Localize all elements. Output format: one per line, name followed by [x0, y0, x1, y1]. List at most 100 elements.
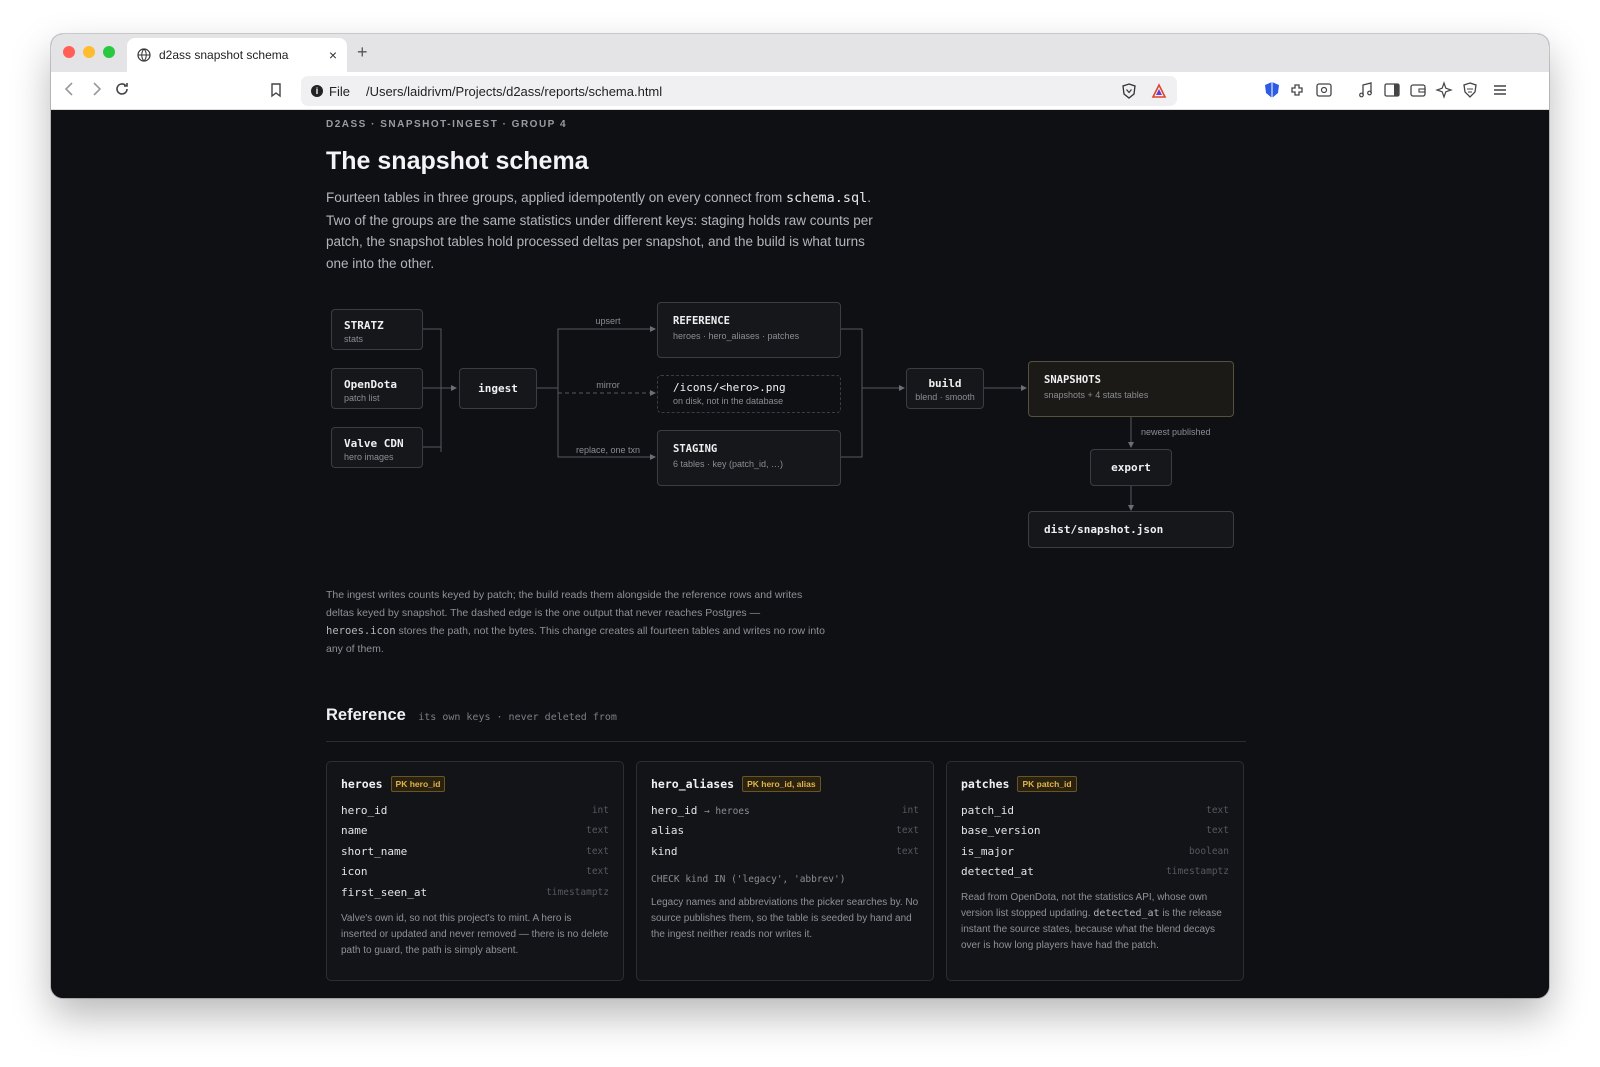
media-icon[interactable] [1357, 81, 1375, 99]
column-type: text [586, 866, 609, 878]
column-name: alias [651, 824, 685, 838]
edge-merge [840, 328, 863, 458]
column-name: kind [651, 844, 678, 858]
column-type: text [1206, 825, 1229, 837]
section-title: Reference [326, 706, 406, 724]
lede-code: schema.sql [786, 190, 868, 206]
menu-icon[interactable] [1491, 81, 1509, 99]
table-card-patches: patches PK patch_id patch_id text base_ve… [946, 761, 1244, 981]
back-icon[interactable] [63, 80, 77, 98]
column-row: first_seen_at timestamptz [341, 882, 609, 903]
column-type: text [1206, 804, 1229, 816]
minimize-window-button[interactable] [83, 46, 95, 58]
lede-part-1: Fourteen tables in three groups, applied… [326, 190, 787, 205]
screenshot-icon[interactable] [1315, 81, 1333, 99]
node-title: REFERENCE [673, 315, 730, 327]
privacy-shield-icon[interactable] [1461, 81, 1479, 99]
table-note: Read from OpenDota, not the statistics A… [961, 890, 1229, 954]
column-type: int [901, 804, 919, 816]
tab-bar: d2ass snapshot schema × + [51, 34, 1549, 72]
protocol-label: File [329, 83, 350, 99]
column-name: base_version [961, 824, 1041, 838]
column-name: detected_at [961, 865, 1034, 879]
column-row: base_version text [961, 821, 1229, 842]
note-code: detected_at [1093, 908, 1160, 919]
node-build: build blend · smooth [906, 368, 984, 409]
column-type: timestamptz [1166, 866, 1229, 878]
url-text[interactable]: /Users/laidrivm/Projects/d2ass/reports/s… [366, 84, 1121, 99]
browser-toolbar: i File /Users/laidrivm/Projects/d2ass/re… [51, 72, 1549, 110]
edge-label-replace: replace, one txn [576, 445, 640, 455]
column-row: icon text [341, 862, 609, 883]
browser-window: d2ass snapshot schema × + i File /Users/… [51, 34, 1549, 998]
bookmark-icon[interactable] [267, 81, 285, 99]
globe-icon [137, 48, 151, 62]
table-note: Valve's own id, so not this project's to… [341, 912, 609, 956]
sidebar-icon[interactable] [1383, 81, 1401, 99]
vpn-shield-icon[interactable] [1263, 81, 1281, 99]
node-title: OpenDota [344, 378, 397, 391]
wallet-icon[interactable] [1409, 81, 1427, 99]
table-name: hero_aliases [651, 777, 735, 791]
brave-shield-icon[interactable] [1121, 83, 1137, 99]
leo-ai-icon[interactable] [1435, 81, 1453, 99]
diagram-caption: The ingest writes counts keyed by patch;… [326, 586, 826, 658]
column-row: name text [341, 821, 609, 842]
close-window-button[interactable] [63, 46, 75, 58]
tab-close-icon[interactable]: × [329, 47, 337, 63]
node-title: STAGING [673, 443, 718, 455]
column-row: hero_id → heroes int [651, 800, 919, 821]
node-subtitle: snapshots + 4 stats tables [1044, 390, 1149, 400]
check-constraint: CHECK kind IN ('legacy', 'abbrev') [651, 873, 846, 885]
node-reference: REFERENCE heroes · hero_aliases · patche… [657, 302, 841, 358]
column-name: first_seen_at [341, 885, 428, 899]
caption-code: heroes.icon [326, 625, 396, 637]
column-type: text [586, 825, 609, 837]
table-card-hero-aliases: hero_aliases PK hero_id, alias hero_id →… [636, 761, 934, 981]
column-row: short_name text [341, 841, 609, 862]
table-card-heroes: heroes PK hero_id hero_id int name text sh… [326, 761, 624, 981]
node-subtitle: 6 tables · key (patch_id, …) [673, 459, 784, 469]
caption-part-1: The ingest writes counts keyed by patch;… [326, 589, 803, 619]
node-title: Valve CDN [344, 437, 404, 450]
brave-rewards-icon[interactable] [1151, 83, 1167, 99]
node-title: STRATZ [344, 319, 384, 332]
node-snapshots: SNAPSHOTS snapshots + 4 stats tables [1028, 361, 1234, 417]
table-name: heroes [341, 777, 383, 791]
column-type: text [896, 825, 919, 837]
node-subtitle: patch list [344, 393, 380, 403]
pk-badge: PK hero_id, alias [742, 776, 821, 792]
edge-valve [422, 384, 442, 448]
node-valve-cdn: Valve CDN hero images [331, 427, 423, 468]
tab-active[interactable]: d2ass snapshot schema × [127, 38, 347, 72]
node-title: ingest [478, 382, 518, 395]
zoom-window-button[interactable] [103, 46, 115, 58]
column-type: text [896, 845, 919, 857]
node-export: export [1090, 449, 1172, 486]
extensions-icon[interactable] [1289, 81, 1307, 99]
info-icon[interactable]: i [311, 85, 323, 97]
node-staging: STAGING 6 tables · key (patch_id, …) [657, 430, 841, 486]
edge-label-mirror: mirror [596, 380, 620, 390]
node-opendota: OpenDota patch list [331, 368, 423, 409]
column-name: hero_id [651, 803, 698, 817]
node-title: build [928, 377, 962, 390]
reload-icon[interactable] [113, 80, 131, 98]
pk-badge: PK patch_id [1017, 776, 1077, 792]
column-row: is_major boolean [961, 841, 1229, 862]
column-name: short_name [341, 844, 408, 858]
table-note: Legacy names and abbreviations the picke… [651, 896, 919, 940]
address-bar[interactable]: i File /Users/laidrivm/Projects/d2ass/re… [301, 76, 1177, 106]
node-subtitle: hero images [344, 452, 394, 462]
new-tab-button[interactable]: + [357, 42, 368, 63]
column-type: boolean [1188, 845, 1229, 857]
node-title: dist/snapshot.json [1044, 523, 1164, 536]
node-subtitle: stats [344, 334, 364, 344]
column-name: patch_id [961, 803, 1014, 817]
table-name: patches [961, 777, 1010, 791]
page-viewport: D2ASS · SNAPSHOT-INGEST · GROUP 4 The sn… [51, 111, 1549, 998]
column-row: hero_id int [341, 800, 609, 821]
forward-icon[interactable] [89, 80, 103, 98]
edge-label-upsert: upsert [595, 316, 621, 326]
edge-stratz [422, 328, 442, 452]
